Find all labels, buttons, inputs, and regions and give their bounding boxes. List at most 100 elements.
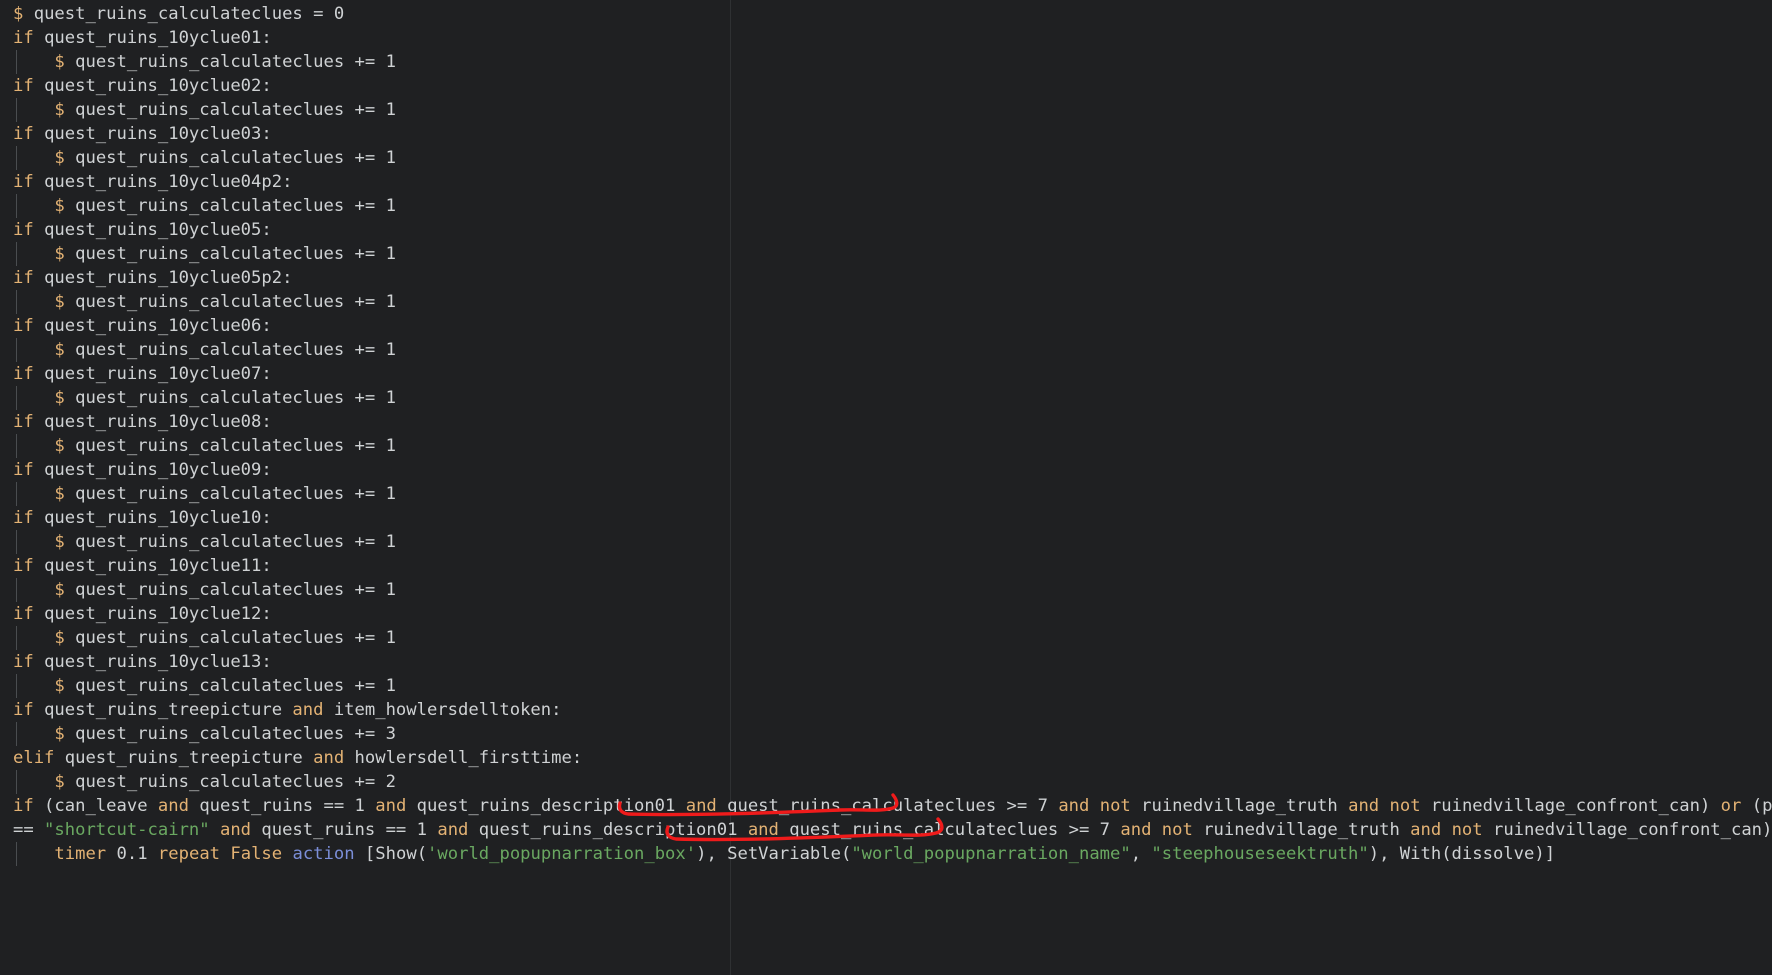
identifier-token: pc_area [1762,796,1772,816]
punctuation-token [1151,820,1161,840]
code-line[interactable]: $ quest_ruins_calculateclues += 1 [0,338,1772,362]
code-line[interactable]: if quest_ruins_10yclue04p2: [0,170,1772,194]
identifier-token: ruinedvillage_confront_can [1431,796,1700,816]
code-line[interactable]: $ quest_ruins_calculateclues += 1 [0,434,1772,458]
code-line[interactable]: if quest_ruins_10yclue10: [0,506,1772,530]
number-token: 1 [386,676,396,696]
code-line[interactable]: if quest_ruins_10yclue09: [0,458,1772,482]
code-line[interactable]: $ quest_ruins_calculateclues += 3 [0,722,1772,746]
punctuation-token: ), [696,844,727,864]
code-line[interactable]: if quest_ruins_10yclue13: [0,650,1772,674]
identifier-token: ruinedvillage_truth [1203,820,1400,840]
identifier-token: quest_ruins [261,820,375,840]
code-line[interactable]: timer 0.1 repeat False action [Show('wor… [0,842,1772,866]
punctuation-token: += [344,436,385,456]
punctuation-token: == [313,796,354,816]
code-line[interactable]: if quest_ruins_treepicture and item_howl… [0,698,1772,722]
dollar-token: $ [54,244,64,264]
punctuation-token: += [344,484,385,504]
punctuation-token [13,292,54,312]
code-line[interactable]: $ quest_ruins_calculateclues += 1 [0,386,1772,410]
code-line[interactable]: if (can_leave and quest_ruins == 1 and q… [0,794,1772,818]
function-token: SetVariable [727,844,841,864]
code-line[interactable]: $ quest_ruins_calculateclues += 1 [0,674,1772,698]
code-line[interactable]: == "shortcut-cairn" and quest_ruins == 1… [0,818,1772,842]
punctuation-token: , [1131,844,1152,864]
identifier-token: dissolve [1452,844,1535,864]
identifier-token: quest_ruins_calculateclues [75,292,344,312]
punctuation-token [34,460,44,480]
punctuation-token [779,820,789,840]
code-line[interactable]: if quest_ruins_10yclue05: [0,218,1772,242]
punctuation-token [65,724,75,744]
code-line[interactable]: $ quest_ruins_calculateclues += 1 [0,482,1772,506]
punctuation-token [365,796,375,816]
identifier-token: quest_ruins_calculateclues [727,796,996,816]
punctuation-token [13,100,54,120]
code-line[interactable]: $ quest_ruins_calculateclues += 1 [0,530,1772,554]
keyword-token: and [1058,796,1089,816]
punctuation-token [282,844,292,864]
code-line[interactable]: $ quest_ruins_calculateclues += 1 [0,290,1772,314]
keyword-token: if [13,124,34,144]
dollar-token: $ [54,772,64,792]
identifier-token: quest_ruins_calculateclues [75,580,344,600]
code-line[interactable]: $ quest_ruins_calculateclues = 0 [0,2,1772,26]
punctuation-token [13,340,54,360]
punctuation-token: += [344,724,385,744]
code-line[interactable]: if quest_ruins_10yclue05p2: [0,266,1772,290]
code-line[interactable]: $ quest_ruins_calculateclues += 1 [0,242,1772,266]
dollar-token: $ [54,724,64,744]
code-line[interactable]: if quest_ruins_10yclue07: [0,362,1772,386]
keyword-token: and [1120,820,1151,840]
punctuation-token: : [261,460,271,480]
punctuation-token: >= [1058,820,1099,840]
code-line[interactable]: $ quest_ruins_calculateclues += 2 [0,770,1772,794]
number-token: 0.1 [117,844,148,864]
code-line[interactable]: $ quest_ruins_calculateclues += 1 [0,626,1772,650]
keyword-token: and [375,796,406,816]
number-token: 1 [386,532,396,552]
identifier-token: quest_ruins_calculateclues [75,772,344,792]
identifier-token: quest_ruins_treepicture [65,748,303,768]
identifier-token: quest_ruins_10yclue12 [44,604,261,624]
keyword-token: timer [54,844,106,864]
code-line[interactable]: $ quest_ruins_calculateclues += 1 [0,146,1772,170]
punctuation-token: : [261,220,271,240]
keyword-token: if [13,604,34,624]
code-editor-surface[interactable]: $ quest_ruins_calculateclues = 0if quest… [0,0,1772,975]
keyword-token: and [220,820,251,840]
code-line[interactable]: if quest_ruins_10yclue11: [0,554,1772,578]
keyword-token: not [1390,796,1421,816]
punctuation-token: : [261,28,271,48]
code-line[interactable]: $ quest_ruins_calculateclues += 1 [0,50,1772,74]
punctuation-token [34,412,44,432]
code-line[interactable]: $ quest_ruins_calculateclues += 1 [0,578,1772,602]
punctuation-token [675,796,685,816]
dollar-token: $ [54,196,64,216]
code-content[interactable]: $ quest_ruins_calculateclues = 0if quest… [0,0,1772,866]
code-line[interactable]: if quest_ruins_10yclue08: [0,410,1772,434]
code-line[interactable]: if quest_ruins_10yclue03: [0,122,1772,146]
punctuation-token: += [344,340,385,360]
number-token: 1 [386,580,396,600]
code-line[interactable]: if quest_ruins_10yclue06: [0,314,1772,338]
number-token: 1 [386,388,396,408]
punctuation-token: += [344,100,385,120]
dollar-token: $ [54,676,64,696]
code-line[interactable]: $ quest_ruins_calculateclues += 1 [0,98,1772,122]
keyword-token: and [1410,820,1441,840]
punctuation-token [34,508,44,528]
code-line[interactable]: $ quest_ruins_calculateclues += 1 [0,194,1772,218]
identifier-token: quest_ruins_calculateclues [75,52,344,72]
keyword-token: repeat [158,844,220,864]
code-line[interactable]: if quest_ruins_10yclue02: [0,74,1772,98]
code-line[interactable]: elif quest_ruins_treepicture and howlers… [0,746,1772,770]
punctuation-token [303,748,313,768]
punctuation-token: : [261,316,271,336]
punctuation-token: : [282,172,292,192]
code-line[interactable]: if quest_ruins_10yclue01: [0,26,1772,50]
code-line[interactable]: if quest_ruins_10yclue12: [0,602,1772,626]
punctuation-token [65,484,75,504]
punctuation-token [1421,796,1431,816]
